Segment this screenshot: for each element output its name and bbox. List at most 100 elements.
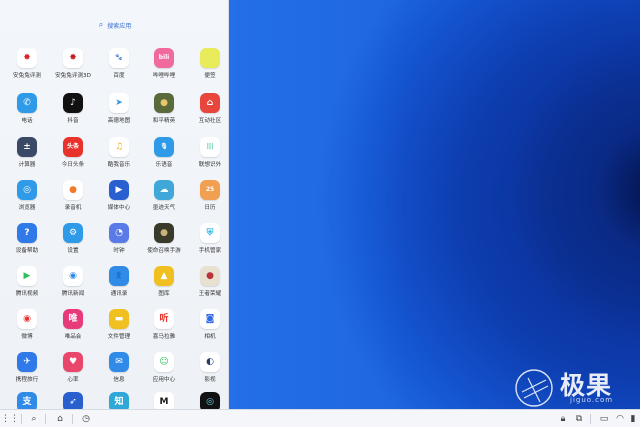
douyin-icon: ♪ <box>63 93 83 113</box>
app-label: 墨迹天气 <box>152 205 176 211</box>
app-hepingjingying[interactable]: ● 和平精英 <box>145 93 189 133</box>
app-shoujiguanjia[interactable]: ⛨ 手机管家 <box>191 223 235 263</box>
app-xiangji[interactable]: ◙ 相机 <box>191 309 235 349</box>
taskbar-divider <box>21 414 22 424</box>
app-label: 携程旅行 <box>15 377 39 383</box>
paw-icon: 🐾 <box>109 48 129 68</box>
app-drawer: ⌕ 搜索应用 ✸ 安兔兔评测 ✸ 安兔兔评测3D 🐾 百度 bili 哔哩哔哩 便签 ✆ 电话 ♪ 抖音… <box>0 0 229 412</box>
gear-icon: ⚙ <box>63 223 83 243</box>
app-bilibili[interactable]: bili 哔哩哔哩 <box>145 48 189 88</box>
fire-ant-icon: ✸ <box>17 48 37 68</box>
app-label: 设备帮助 <box>15 248 39 254</box>
toutiao-icon: 头条 <box>63 137 83 157</box>
taskbar-divider <box>72 414 73 424</box>
app-leyuyin[interactable]: 🎙 乐语音 <box>145 137 189 177</box>
game-icon: ● <box>154 93 174 113</box>
app-label: 录音机 <box>64 205 82 211</box>
search-icon[interactable]: ⌕ <box>28 413 40 425</box>
fire-ant-icon: ✸ <box>63 48 83 68</box>
app-kugou[interactable]: ♫ 酷我音乐 <box>100 137 144 177</box>
app-shebeibangzhu[interactable]: ? 设备帮助 <box>8 223 52 263</box>
phone-icon: ✆ <box>17 93 37 113</box>
app-label: 高德地图 <box>107 118 131 124</box>
app-douyin[interactable]: ♪ 抖音 <box>54 93 98 133</box>
search-placeholder: 搜索应用 <box>107 22 132 30</box>
app-label: 和平精英 <box>152 118 176 124</box>
search-icon: ⌕ <box>98 20 104 29</box>
app-wenjian[interactable]: ▬ 文件管理 <box>100 309 144 349</box>
app-label: 相机 <box>204 334 216 340</box>
lock-icon[interactable]: 🔒︎ <box>557 413 569 425</box>
travel-icon: ✈ <box>17 352 37 372</box>
game-icon: ● <box>200 266 220 286</box>
app-anquantu[interactable]: ✸ 安兔兔评测 <box>8 48 52 88</box>
crop-icon[interactable]: ⧉ <box>573 413 585 425</box>
app-weibo[interactable]: ◉ 微博 <box>8 309 52 349</box>
app-anquantu-3d[interactable]: ✸ 安兔兔评测3D <box>54 48 98 88</box>
app-grid: ✸ 安兔兔评测 ✸ 安兔兔评测3D 🐾 百度 bili 哔哩哔哩 便签 ✆ 电话 ♪ 抖音 ➤ 高德地图 ● 和… <box>0 48 229 412</box>
app-gaode[interactable]: ➤ 高德地图 <box>100 93 144 133</box>
app-label: 酷我音乐 <box>107 162 131 168</box>
app-xiecheng[interactable]: ✈ 携程旅行 <box>8 352 52 392</box>
taskbar-divider <box>45 414 46 424</box>
jiguo-logo-icon <box>515 369 553 407</box>
clock-icon: ◔ <box>109 223 129 243</box>
app-label: 图库 <box>158 291 170 297</box>
app-xinlv[interactable]: ♥ 心率 <box>54 352 98 392</box>
weibo-icon: ◉ <box>17 309 37 329</box>
calendar-icon: 25 <box>200 180 220 200</box>
app-shezhi[interactable]: ⚙ 设置 <box>54 223 98 263</box>
app-dianhua[interactable]: ✆ 电话 <box>8 93 52 133</box>
app-luyinji[interactable]: ● 录音机 <box>54 180 98 220</box>
app-weipinhui[interactable]: 唯唯品会 <box>54 309 98 349</box>
app-jisuanqi[interactable]: ± 计算器 <box>8 137 52 177</box>
app-shijue[interactable]: ● 使命召唤手游 <box>145 223 189 263</box>
app-baidu[interactable]: 🐾 百度 <box>100 48 144 88</box>
vip-icon: 唯 <box>63 309 83 329</box>
apps-grid-icon[interactable]: ⋮⋮ <box>1 413 19 425</box>
app-tuku[interactable]: ▲ 图库 <box>145 266 189 306</box>
app-liulanqi[interactable]: ◎ 浏览器 <box>8 180 52 220</box>
app-hudong[interactable]: ⌂ 互动社区 <box>191 93 235 133</box>
app-meiti[interactable]: ▶ 媒体中心 <box>100 180 144 220</box>
music-icon: ♫ <box>109 137 129 157</box>
monitor-icon[interactable]: ▭ <box>598 413 610 425</box>
wallpaper-highlight <box>226 0 406 409</box>
app-label: 信息 <box>113 377 125 383</box>
game-icon: ● <box>154 223 174 243</box>
lenovo-icon: ||| <box>200 137 220 157</box>
app-lianxiang[interactable]: ||| 联想识外 <box>191 137 235 177</box>
app-label: 应用中心 <box>152 377 176 383</box>
app-tengxunshipin[interactable]: ▶ 腾讯视频 <box>8 266 52 306</box>
app-wangzhe[interactable]: ● 王者荣耀 <box>191 266 235 306</box>
app-label: 今日头条 <box>61 162 85 168</box>
media-icon: ▶ <box>109 180 129 200</box>
app-jinritoutiao[interactable]: 头条 今日头条 <box>54 137 98 177</box>
app-yingyong[interactable]: ☺ 应用中心 <box>145 352 189 392</box>
desktop-screen: 极果 jiguo.com ⌕ 搜索应用 ✸ 安兔兔评测 ✸ 安兔兔评测3D 🐾 百度 bil… <box>0 0 640 427</box>
clock-icon[interactable]: ◷ <box>80 413 92 425</box>
app-label: 抖音 <box>67 118 79 124</box>
app-moji[interactable]: ☁ 墨迹天气 <box>145 180 189 220</box>
appstore-icon: ☺ <box>154 352 174 372</box>
recorder-icon: ● <box>63 180 83 200</box>
film-icon: ◐ <box>200 352 220 372</box>
camera-icon: ◙ <box>200 309 220 329</box>
app-search-bar[interactable]: ⌕ 搜索应用 <box>20 15 210 35</box>
app-ximalaya[interactable]: 听喜马拉雅 <box>145 309 189 349</box>
folder-icon: ▬ <box>109 309 129 329</box>
app-shizhong[interactable]: ◔ 时钟 <box>100 223 144 263</box>
app-tengxunxinwen[interactable]: ◉ 腾讯新闻 <box>54 266 98 306</box>
app-label: 手机管家 <box>198 248 222 254</box>
app-label: 文件管理 <box>107 334 131 340</box>
app-yingshi[interactable]: ◐ 影视 <box>191 352 235 392</box>
taskbar-divider <box>590 414 591 424</box>
home-icon[interactable]: ⌂ <box>54 413 66 425</box>
app-tongxunlu[interactable]: 👤 通讯录 <box>100 266 144 306</box>
bilibili-icon: bili <box>154 48 174 68</box>
wifi-icon[interactable]: ◠ <box>614 413 626 425</box>
app-label: 日历 <box>204 205 216 211</box>
app-rili[interactable]: 25 日历 <box>191 180 235 220</box>
app-xinxi[interactable]: ✉ 信息 <box>100 352 144 392</box>
app-bianqian[interactable]: 便签 <box>191 48 235 88</box>
